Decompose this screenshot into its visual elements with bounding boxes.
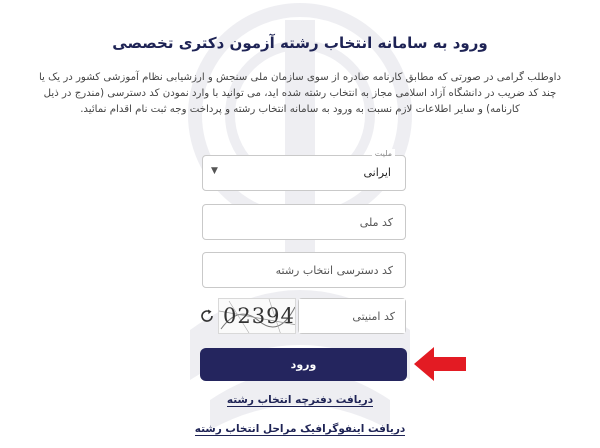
login-button[interactable]: ورود (200, 348, 407, 381)
nationality-value: ایرانی (363, 166, 391, 179)
red-arrow-icon (414, 347, 466, 381)
refresh-icon[interactable] (199, 308, 215, 324)
national-code-input[interactable] (203, 205, 405, 239)
booklet-link-text[interactable]: دریافت دفترچه انتخاب رشته (226, 394, 374, 407)
captcha-text: 02394 (223, 304, 295, 328)
booklet-link[interactable]: دریافت دفترچه انتخاب رشته (0, 394, 600, 407)
access-code-input[interactable] (203, 253, 405, 287)
infographic-link-text[interactable]: دریافت اینفوگرافیک مراحل انتخاب رشته (194, 423, 406, 436)
chevron-down-icon: ▼ (211, 166, 218, 176)
page-title: ورود به سامانه انتخاب رشته آزمون دکتری ت… (112, 34, 488, 52)
nationality-label: ملیت (371, 149, 395, 158)
infographic-link[interactable]: دریافت اینفوگرافیک مراحل انتخاب رشته (0, 423, 600, 436)
captcha-image: 02394 (218, 298, 296, 334)
nationality-select[interactable]: ملیت ایرانی ▼ (202, 149, 406, 191)
security-code-input[interactable] (299, 299, 405, 333)
access-code-field[interactable] (202, 252, 406, 288)
page-description: داوطلب گرامی در صورتی که مطابق کارنامه ص… (38, 72, 562, 115)
security-code-field[interactable] (298, 298, 406, 334)
national-code-field[interactable] (202, 204, 406, 240)
